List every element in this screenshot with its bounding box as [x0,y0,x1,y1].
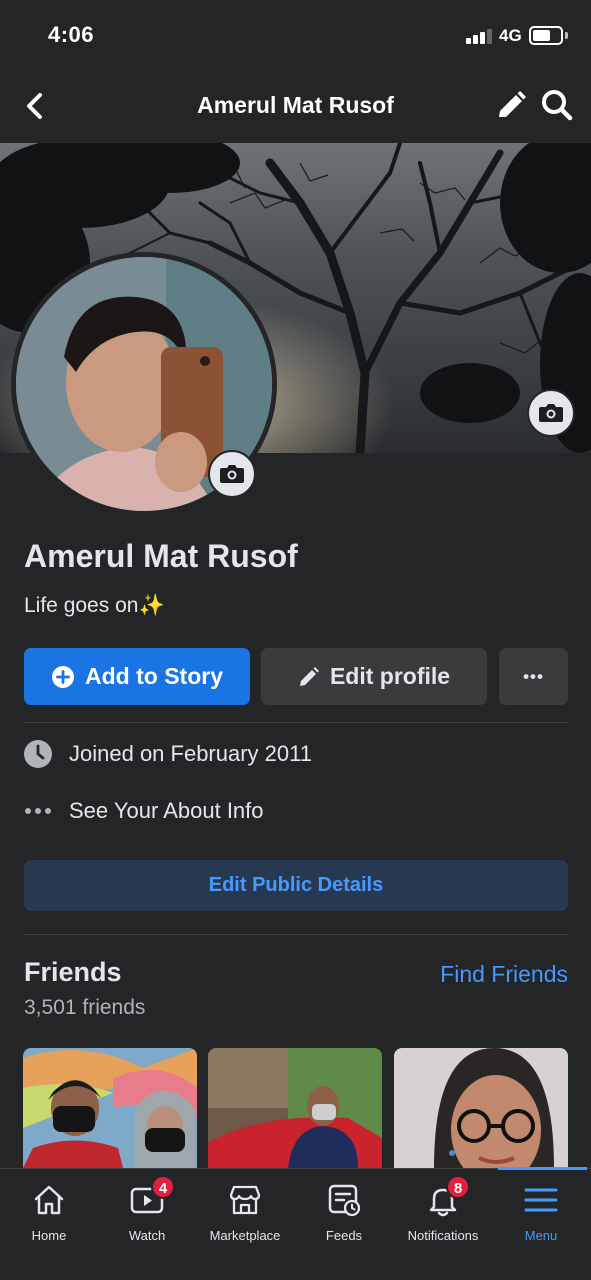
about-info-row[interactable]: See Your About Info [24,793,264,829]
battery-tip [565,32,568,39]
status-time: 4:06 [48,22,95,47]
joined-row: Joined on February 2011 [24,736,312,772]
tab-notifications[interactable]: 8 Notifications [394,1169,492,1259]
plus-circle-icon [51,665,75,689]
more-dots-icon: ••• [523,666,544,686]
ellipsis-icon [24,797,52,825]
notifications-badge: 8 [446,1175,470,1199]
camera-icon [539,404,563,422]
friend-photo [394,1048,568,1168]
marketplace-icon [229,1185,261,1215]
find-friends-link[interactable]: Find Friends [400,961,568,988]
about-info-text: See Your About Info [69,798,264,823]
bio-text: Life goes on [24,594,139,617]
search-button[interactable] [540,88,574,122]
friend-card[interactable] [23,1048,197,1168]
pencil-icon [298,666,320,688]
friend-card[interactable] [208,1048,382,1168]
bottom-tab-bar: Home 4 Watch Marketplace Feeds 8 Notific… [0,1167,591,1280]
edit-button[interactable] [494,90,528,122]
friend-photo [208,1048,382,1168]
tab-home[interactable]: Home [0,1169,98,1259]
avatar-camera-button[interactable] [208,450,256,498]
feeds-icon [328,1184,361,1217]
profile-bio: Life goes on✨ [24,594,165,618]
add-to-story-label: Add to Story [85,663,223,689]
joined-text: Joined on February 2011 [69,741,312,766]
camera-icon [220,465,244,483]
tab-watch-label: Watch [128,1228,166,1243]
status-bar: 4:06 4G [0,0,591,70]
edit-profile-label: Edit profile [329,663,451,689]
clock-icon [24,740,52,768]
friends-title: Friends [24,957,122,987]
watch-badge: 4 [151,1175,175,1199]
nav-header: Amerul Mat Rusof [0,70,591,142]
tab-home-label: Home [31,1228,67,1243]
tab-feeds-label: Feeds [325,1228,363,1243]
add-to-story-button[interactable]: Add to Story [24,648,250,705]
battery-icon [529,26,563,45]
tab-feeds[interactable]: Feeds [295,1169,393,1259]
tab-menu[interactable]: Menu [492,1169,590,1259]
more-options-button[interactable]: ••• [499,648,568,705]
edit-profile-button[interactable]: Edit profile [261,648,487,705]
tab-notifications-label: Notifications [407,1228,479,1243]
tab-marketplace-label: Marketplace [209,1228,281,1243]
network-type: 4G [499,26,522,45]
divider [24,722,568,723]
tab-watch[interactable]: 4 Watch [98,1169,196,1259]
profile-name: Amerul Mat Rusof [24,538,298,574]
menu-icon [524,1188,558,1212]
cover-camera-button[interactable] [527,389,575,437]
friend-photo [23,1048,197,1168]
sparkles-emoji: ✨ [138,594,165,617]
tab-menu-label: Menu [524,1228,558,1243]
edit-public-details-button[interactable]: Edit Public Details [24,860,568,911]
friend-card[interactable] [394,1048,568,1168]
home-icon [34,1185,64,1215]
pencil-icon [499,91,526,117]
search-icon [542,90,573,121]
divider [24,934,568,935]
signal-icon [466,28,494,44]
tab-marketplace[interactable]: Marketplace [196,1169,294,1259]
friends-count: 3,501 friends [24,996,146,1019]
